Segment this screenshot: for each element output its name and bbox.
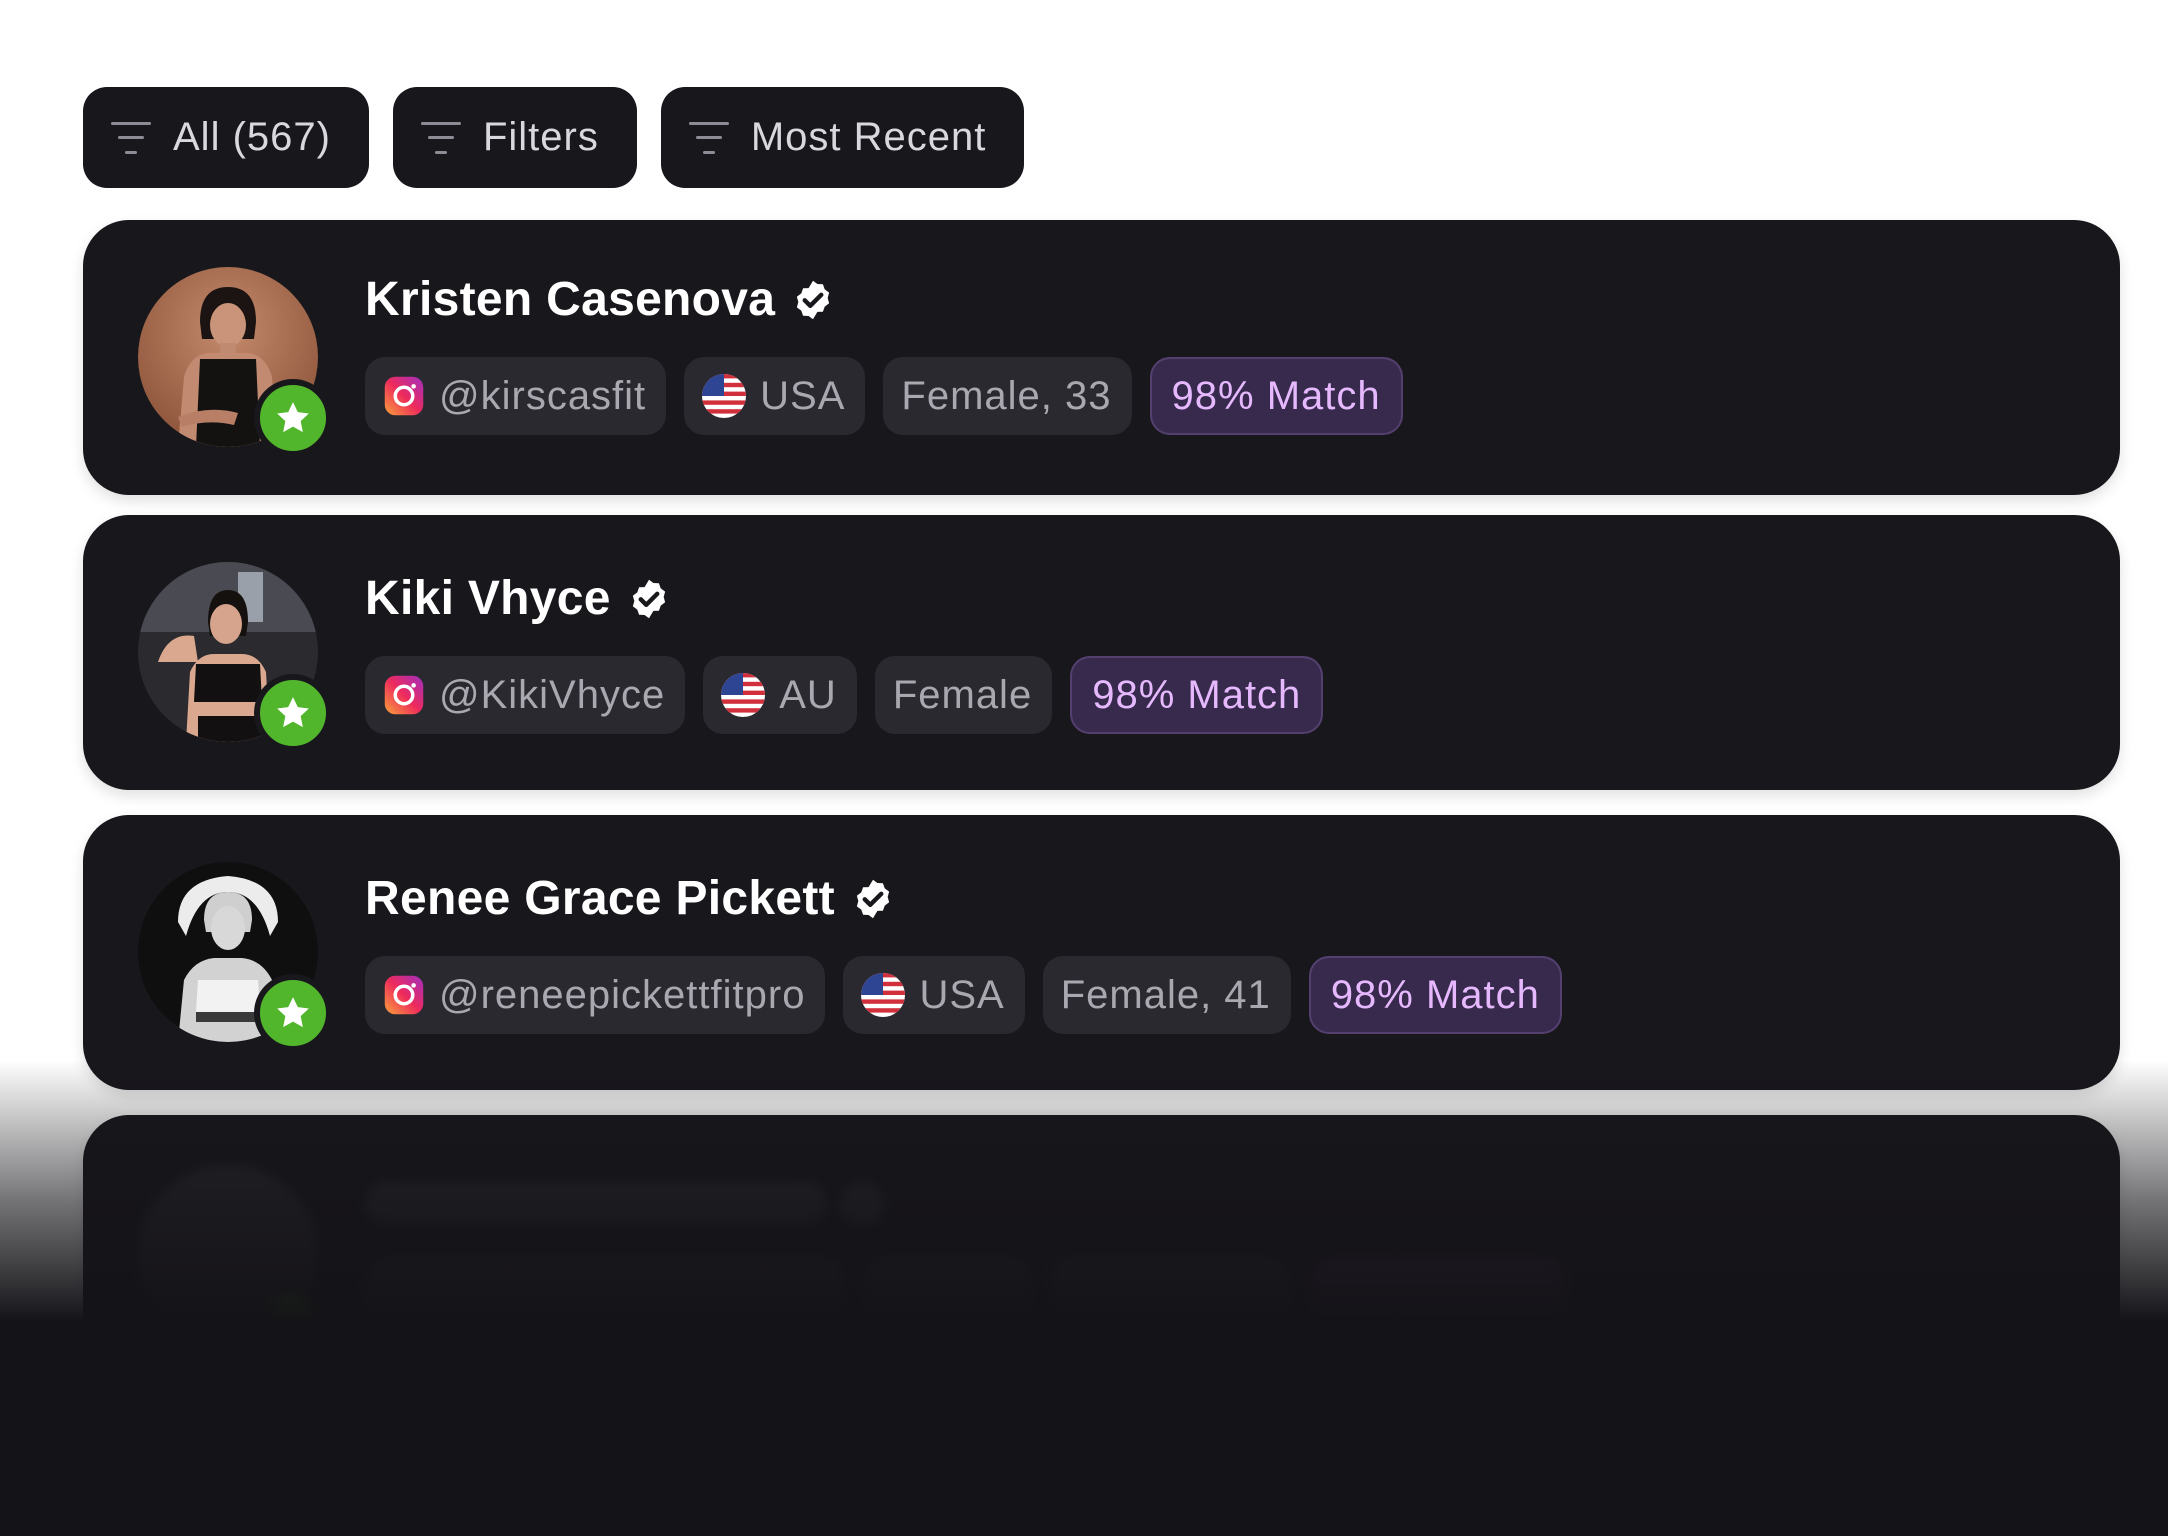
creator-card[interactable]: Renee Grace Pickett @reneepickettfitpro …: [83, 815, 2120, 1090]
instagram-handle-chip[interactable]: @KikiVhyce: [365, 656, 686, 734]
us-flag-icon: [702, 374, 747, 418]
demographic-text: Female: [892, 672, 1033, 717]
country-chip: USA: [684, 357, 866, 435]
match-text: 98% Match: [1092, 672, 1302, 717]
skeleton-name: [365, 1182, 827, 1224]
instagram-handle-chip[interactable]: @kirscasfit: [365, 357, 667, 435]
verified-icon: [797, 280, 830, 319]
creator-card[interactable]: Kristen Casenova @kirscasfit USA Female,…: [83, 220, 2120, 495]
sort-icon: [688, 121, 729, 154]
demographic-text: Female, 41: [1060, 972, 1271, 1017]
filter-all-label: All (567): [173, 115, 331, 159]
instagram-icon: [384, 975, 424, 1015]
filter-icon: [111, 121, 151, 154]
star-badge-icon: [254, 974, 332, 1052]
country-text: USA: [760, 373, 846, 418]
skeleton-chip: [1309, 1257, 1565, 1335]
us-flag-icon: [861, 973, 906, 1017]
demographic-chip: Female, 33: [883, 357, 1132, 435]
handle-text: @reneepickettfitpro: [439, 972, 806, 1017]
filters-button[interactable]: Filters: [392, 87, 637, 188]
loading-card-skeleton: [83, 1115, 2120, 1395]
instagram-icon: [384, 376, 424, 416]
verified-icon: [632, 579, 665, 618]
filter-icon: [420, 121, 461, 154]
match-text: 98% Match: [1330, 972, 1540, 1017]
creator-card[interactable]: Kiki Vhyce @KikiVhyce AU Female 98% Matc…: [83, 515, 2120, 790]
us-flag-icon: [721, 673, 766, 717]
skeleton-chip: [1051, 1257, 1291, 1335]
skeleton-verified: [840, 1182, 884, 1226]
match-badge: 98% Match: [1308, 956, 1562, 1034]
instagram-icon: [384, 675, 424, 715]
country-text: AU: [779, 672, 837, 717]
handle-text: @KikiVhyce: [439, 672, 666, 717]
country-chip: USA: [843, 956, 1025, 1034]
verified-icon: [856, 879, 890, 918]
skeleton-badge: [270, 1295, 312, 1337]
filter-all-button[interactable]: All (567): [83, 87, 369, 188]
sort-most-recent-button[interactable]: Most Recent: [660, 87, 1025, 188]
country-chip: AU: [703, 656, 857, 734]
handle-text: @kirscasfit: [439, 373, 647, 418]
creator-name: Kristen Casenova: [365, 273, 776, 326]
filters-label: Filters: [482, 115, 599, 159]
star-badge-icon: [254, 379, 332, 457]
demographic-chip: Female, 41: [1042, 956, 1291, 1034]
filter-bar: All (567) Filters Most Recent: [83, 87, 1025, 188]
match-badge: 98% Match: [1070, 656, 1324, 734]
star-badge-icon: [254, 674, 332, 752]
instagram-handle-chip[interactable]: @reneepickettfitpro: [365, 956, 826, 1034]
skeleton-chip: [365, 1257, 845, 1335]
country-text: USA: [919, 972, 1005, 1017]
sort-label: Most Recent: [750, 115, 987, 159]
creator-name: Kiki Vhyce: [365, 572, 611, 625]
match-badge: 98% Match: [1149, 357, 1403, 435]
demographic-text: Female, 33: [901, 373, 1112, 418]
creator-name: Renee Grace Pickett: [365, 872, 835, 925]
demographic-chip: Female: [874, 656, 1053, 734]
skeleton-chip: [863, 1257, 1033, 1335]
match-text: 98% Match: [1171, 373, 1381, 418]
